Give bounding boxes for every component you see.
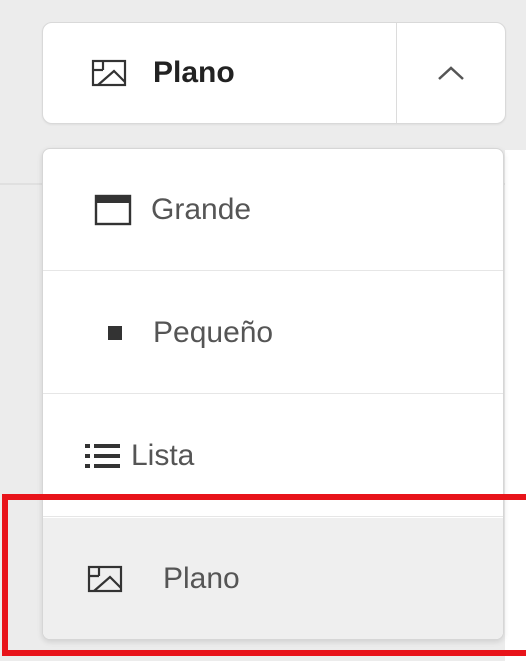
menu-item-label: Lista [131, 438, 195, 472]
view-selector[interactable]: Plano [42, 22, 506, 124]
dropdown-toggle-button[interactable] [396, 23, 505, 123]
menu-item-grande[interactable]: Grande [43, 149, 503, 271]
large-card-icon [94, 194, 132, 225]
menu-item-label: Pequeño [153, 315, 274, 349]
menu-item-pequeno[interactable]: Pequeño [43, 272, 503, 394]
view-selector-current[interactable]: Plano [43, 23, 396, 123]
menu-item-label: Grande [151, 192, 252, 226]
selection-highlight-box [2, 494, 526, 656]
image-icon [91, 59, 127, 87]
view-selector-label: Plano [153, 56, 235, 89]
small-square-icon [108, 325, 122, 340]
chevron-up-icon [438, 66, 464, 80]
list-icon [85, 443, 120, 468]
